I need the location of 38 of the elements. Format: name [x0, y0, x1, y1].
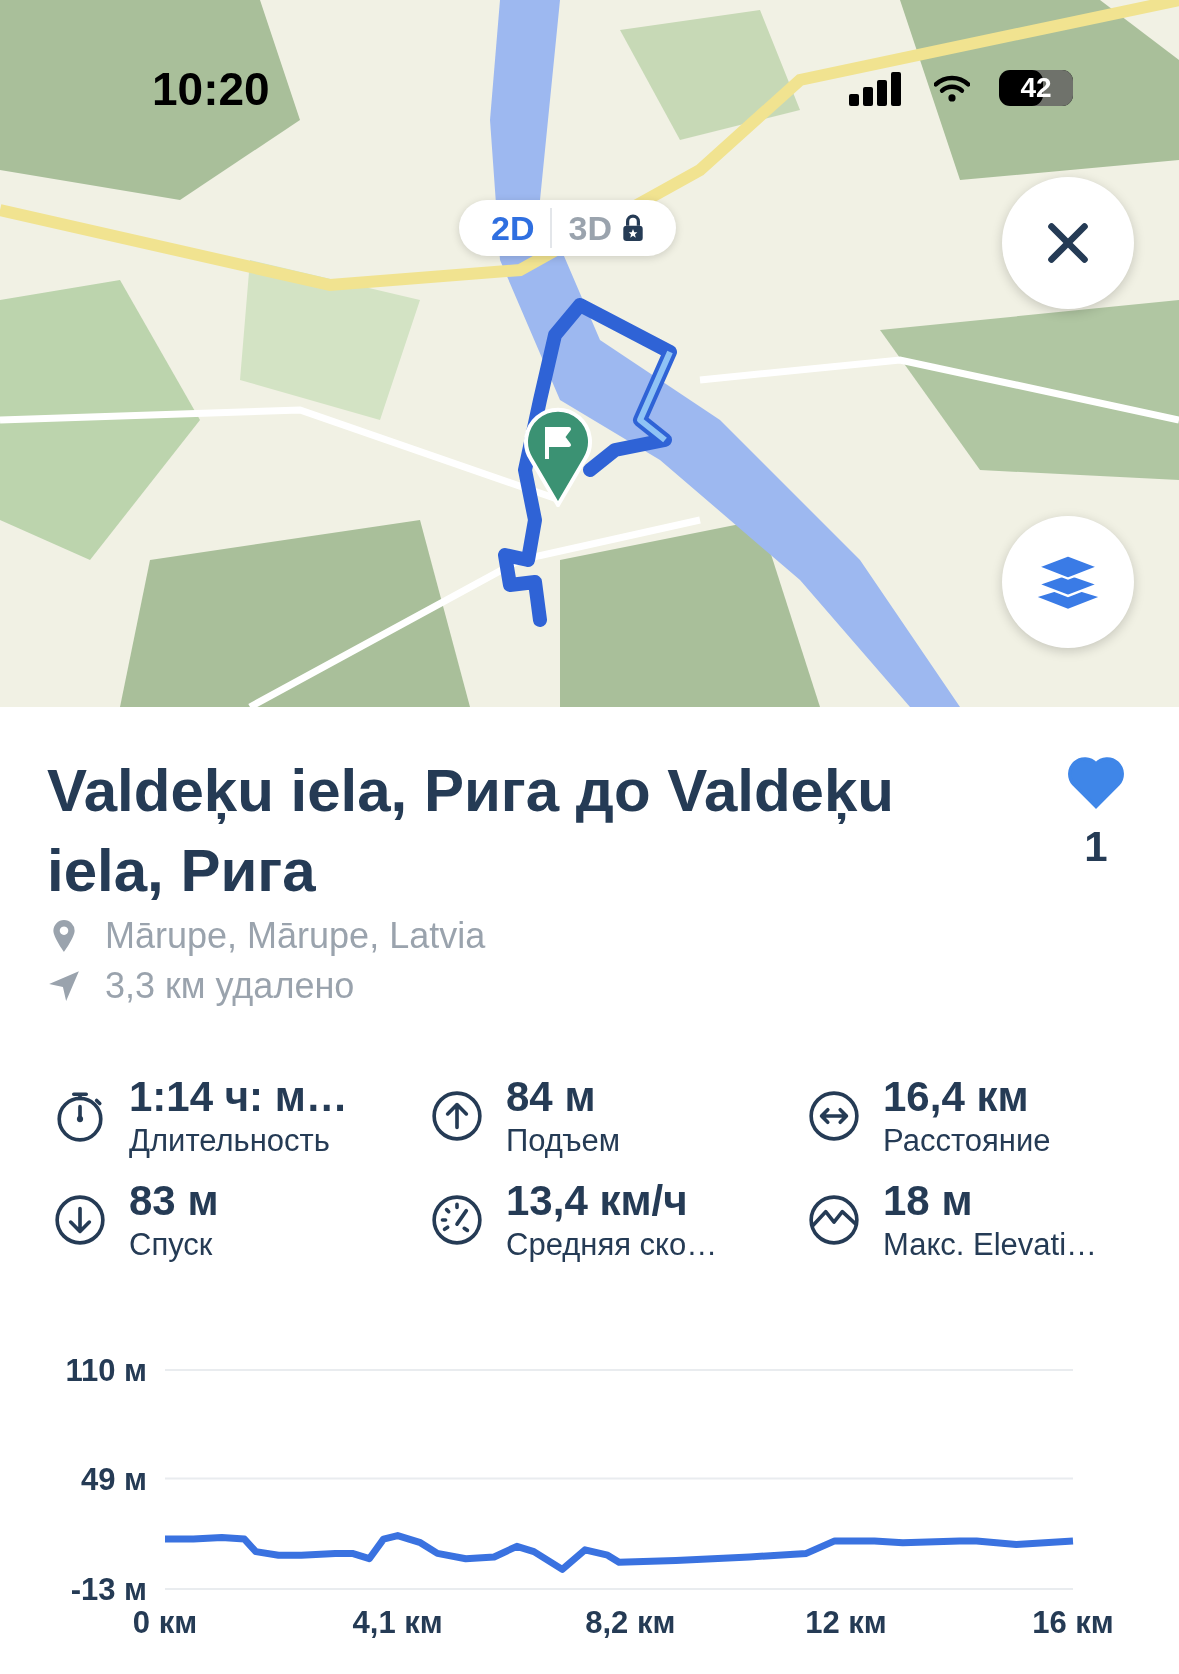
x-axis-label: 8,2 км — [585, 1605, 676, 1640]
stat-label: Подъем — [506, 1123, 621, 1159]
clock-time: 10:20 — [152, 62, 270, 116]
stat-value: 1:14 ч: м… — [129, 1073, 348, 1121]
flag-pin-icon — [523, 407, 593, 507]
view-mode-tab[interactable]: 3D — [552, 208, 660, 248]
stat-label: Расстояние — [883, 1123, 1051, 1159]
stat-value: 83 м — [129, 1177, 219, 1225]
heart-icon[interactable] — [1068, 757, 1124, 809]
view-mode-tab[interactable]: 2D — [475, 208, 551, 248]
stat-value: 18 м — [883, 1177, 974, 1225]
location-text: Mārupe, Mārupe, Latvia — [105, 915, 486, 957]
y-axis-label: -13 м — [70, 1572, 147, 1607]
arrow-down-icon — [53, 1193, 107, 1247]
wifi-icon — [934, 74, 970, 102]
signal-icon — [849, 72, 903, 106]
x-axis-label: 12 км — [805, 1605, 887, 1640]
x-axis-label: 4,1 км — [352, 1605, 443, 1640]
stat-label: Длительность — [129, 1123, 331, 1159]
stat-label: Спуск — [129, 1227, 214, 1263]
y-axis-label: 110 м — [65, 1353, 147, 1388]
navigation-arrow-icon — [47, 969, 81, 1003]
like-count: 1 — [1084, 823, 1108, 871]
stat-value: 13,4 км/ч — [506, 1177, 689, 1225]
stat-value: 84 м — [506, 1073, 597, 1121]
stat-label: Средняя ско… — [506, 1227, 718, 1263]
stat-label: Макс. Elevati… — [883, 1227, 1098, 1263]
y-axis-label: 49 м — [80, 1461, 147, 1497]
distance-away-text: 3,3 км удалено — [105, 965, 355, 1007]
battery-icon: 42 — [999, 70, 1073, 106]
arrow-up-icon — [430, 1089, 484, 1143]
close-icon — [1046, 221, 1090, 265]
route-title: Valdeķu iela, Рига до Valdeķu iela, Рига — [47, 756, 895, 906]
stat-value: 16,4 км — [883, 1073, 1030, 1121]
speedometer-icon — [430, 1193, 484, 1247]
x-axis-label: 16 км — [1032, 1605, 1114, 1640]
x-axis-label: 0 км — [132, 1605, 198, 1640]
mountain-icon — [807, 1193, 861, 1247]
